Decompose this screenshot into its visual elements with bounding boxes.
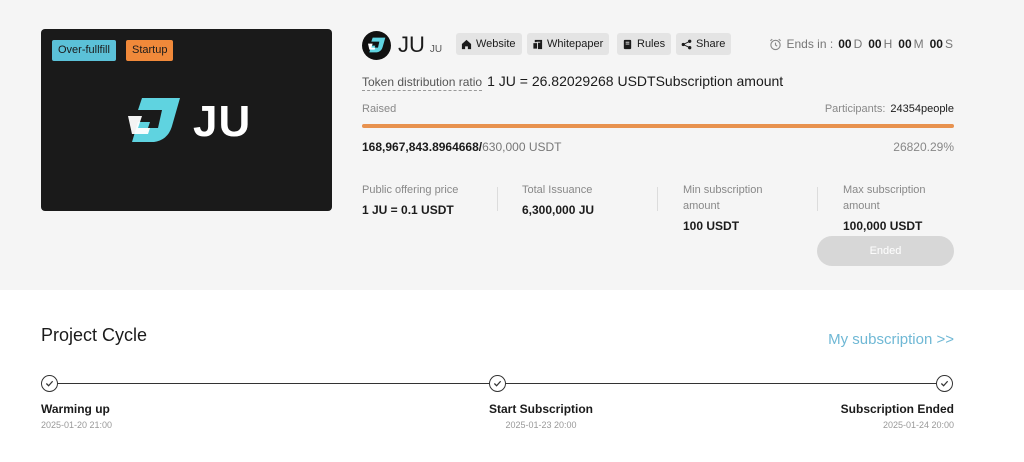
step-subscription-ended: Subscription Ended 2025-01-24 20:00 xyxy=(841,402,954,430)
stat-public-price: Public offering price 1 JU = 0.1 USDT xyxy=(362,182,458,217)
stat-min-subscription: Min subscription amount 100 USDT xyxy=(683,182,793,233)
raise-progress-bar xyxy=(362,124,954,128)
days-unit: D xyxy=(853,37,863,51)
stat-label: Min subscription amount xyxy=(683,184,763,212)
ju-coin-icon xyxy=(362,30,391,60)
step-date: 2025-01-20 21:00 xyxy=(41,420,113,430)
step-warming-up: Warming up 2025-01-20 21:00 xyxy=(41,402,112,430)
stat-value: 100,000 USDT xyxy=(843,219,923,233)
seconds-unit: S xyxy=(944,37,953,51)
countdown-label: Ends in : xyxy=(786,37,834,51)
countdown-seconds: 00 xyxy=(929,37,943,51)
raise-target: 630,000 USDT xyxy=(482,140,562,154)
home-icon xyxy=(461,39,472,49)
divider xyxy=(657,187,658,211)
startup-tag: Startup xyxy=(126,40,174,61)
raise-progress-fill xyxy=(362,124,954,128)
over-fullfill-tag: Over-fullfill xyxy=(52,40,116,61)
check-circle-icon xyxy=(489,375,506,392)
divider xyxy=(497,187,498,211)
document-icon xyxy=(532,39,543,50)
divider xyxy=(817,187,818,211)
ended-button[interactable]: Ended xyxy=(817,236,954,266)
share-icon xyxy=(681,39,692,49)
participants-label: Participants: xyxy=(824,103,886,115)
token-symbol: JU xyxy=(429,43,443,55)
countdown-days: 00 xyxy=(838,37,852,51)
whitepaper-button[interactable]: Whitepaper xyxy=(527,33,610,55)
step-title: Subscription Ended xyxy=(840,402,954,416)
stat-label: Public offering price xyxy=(362,184,459,196)
project-cycle-timeline xyxy=(41,375,954,393)
ratio-label[interactable]: Token distribution ratio xyxy=(362,75,483,91)
countdown-hours: 00 xyxy=(868,37,882,51)
ratio-value: 1 JU = 26.82029268 USDTSubscription amou… xyxy=(487,73,784,89)
check-circle-icon xyxy=(41,375,58,392)
share-label: Share xyxy=(696,38,726,50)
project-banner: Over-fullfill Startup JU xyxy=(41,29,332,211)
step-date: 2025-01-24 20:00 xyxy=(882,420,954,430)
distribution-ratio: Token distribution ratio 1 JU = 26.82029… xyxy=(362,73,783,91)
ju-logo-icon xyxy=(128,96,182,149)
stat-total-issuance: Total Issuance 6,300,000 JU xyxy=(522,182,594,217)
countdown-minutes: 00 xyxy=(898,37,912,51)
participants-value: 24354people xyxy=(890,103,954,115)
stat-max-subscription: Max subscription amount 100,000 USDT xyxy=(843,182,953,233)
book-icon xyxy=(623,39,632,49)
stat-label: Max subscription amount xyxy=(843,184,926,212)
step-date: 2025-01-23 20:00 xyxy=(505,420,577,430)
raised-value: 168,967,843.8964668/ xyxy=(362,140,483,154)
stat-value: 100 USDT xyxy=(683,219,740,233)
share-button[interactable]: Share xyxy=(676,33,732,55)
stat-label: Total Issuance xyxy=(522,184,593,196)
step-title: Warming up xyxy=(41,402,110,416)
raise-percent: 26820.29% xyxy=(893,140,954,154)
raised-amount: 168,967,843.8964668/630,000 USDT xyxy=(362,140,562,154)
banner-logo-text: JU xyxy=(193,97,252,146)
my-subscription-link[interactable]: My subscription >> xyxy=(828,331,954,348)
token-name: JU xyxy=(398,32,425,57)
rules-button[interactable]: Rules xyxy=(617,33,672,55)
stat-value: 6,300,000 JU xyxy=(522,203,595,217)
whitepaper-label: Whitepaper xyxy=(547,38,604,50)
project-info-panel: Over-fullfill Startup JU JU JU Website W… xyxy=(0,0,1024,290)
rules-label: Rules xyxy=(637,38,666,50)
check-circle-icon xyxy=(936,375,953,392)
step-start-subscription: Start Subscription 2025-01-23 20:00 xyxy=(489,402,593,430)
project-cycle-title: Project Cycle xyxy=(41,325,148,345)
website-button[interactable]: Website xyxy=(456,33,522,55)
raised-label: Raised xyxy=(362,103,397,115)
minutes-unit: M xyxy=(913,37,924,51)
token-header: JU JU xyxy=(362,30,443,60)
participants: Participants: 24354people xyxy=(825,103,954,115)
countdown: Ends in : 00 D 00 H 00 M 00 S xyxy=(769,37,955,51)
alarm-clock-icon xyxy=(769,38,781,50)
stat-value: 1 JU = 0.1 USDT xyxy=(362,203,454,217)
step-title: Start Subscription xyxy=(489,402,594,416)
website-label: Website xyxy=(476,38,516,50)
hours-unit: H xyxy=(883,37,893,51)
